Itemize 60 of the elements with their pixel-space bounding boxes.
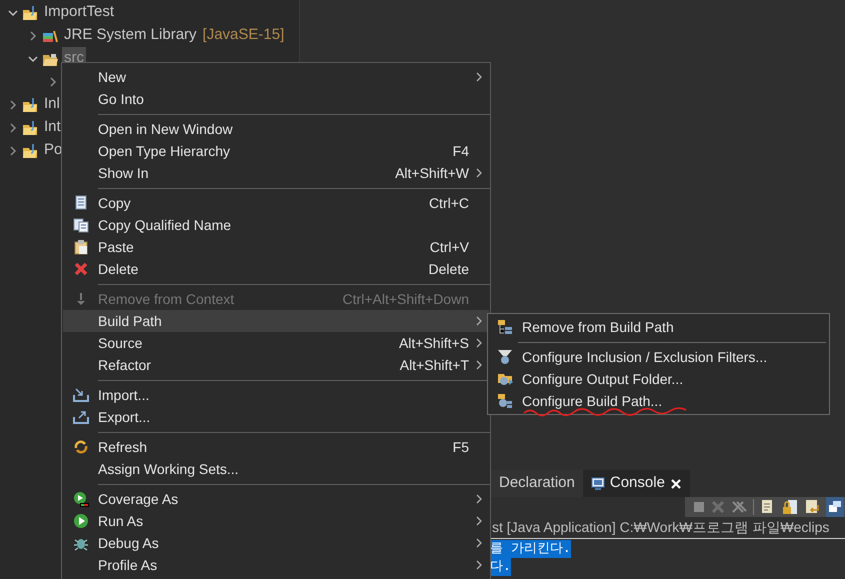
project-folder-icon: [22, 96, 38, 112]
menu-item[interactable]: Paste Ctrl+V: [63, 236, 489, 258]
tree-item-label[interactable]: JRE System Library: [62, 24, 199, 47]
project-folder-icon: [22, 142, 38, 158]
menu-item[interactable]: Delete Delete: [63, 258, 489, 280]
menu-item[interactable]: Remove from Build Path: [488, 316, 829, 338]
menu-item[interactable]: Open Type Hierarchy F4: [63, 140, 489, 162]
menu-item[interactable]: Copy Qualified Name: [63, 214, 489, 236]
menu-item[interactable]: Source Alt+Shift+S: [63, 332, 489, 354]
menu-item[interactable]: Import...: [63, 384, 489, 406]
import-icon: [72, 387, 88, 403]
lock-icon[interactable]: [782, 499, 798, 515]
menu-item[interactable]: Configure Output Folder...: [488, 368, 829, 390]
chevron-down-icon[interactable]: [8, 8, 18, 18]
console-header: st [Java Application] C:₩Work₩프로그램 파일₩eclips: [492, 518, 830, 537]
menu-item[interactable]: Refactor Alt+Shift+T: [63, 354, 489, 376]
menu-item[interactable]: Coverage As: [63, 488, 489, 510]
project-folder-icon: [22, 4, 38, 20]
build-path-icon: [497, 319, 513, 335]
tree-item-label[interactable]: Inl: [42, 93, 62, 116]
coverage-icon: [72, 491, 88, 507]
remove-all-icon[interactable]: [731, 500, 747, 514]
tree-item-label[interactable]: ImportTest: [42, 1, 116, 24]
menu-item[interactable]: Go Into: [63, 88, 489, 110]
menu-item[interactable]: Refresh F5: [63, 436, 489, 458]
menu-item[interactable]: Export...: [63, 406, 489, 428]
window-toggle[interactable]: [826, 497, 844, 517]
menu-item[interactable]: Build Path: [63, 310, 489, 332]
tree-item-label[interactable]: Int: [42, 116, 63, 139]
panel-tab[interactable]: Console: [582, 470, 690, 497]
copy-icon: [72, 195, 88, 211]
export-icon: [72, 409, 88, 425]
menu-item[interactable]: Assign Working Sets...: [63, 458, 489, 480]
stop-icon[interactable]: [693, 501, 705, 513]
windows-icon: [829, 501, 841, 513]
menu-item[interactable]: Profile As: [63, 554, 489, 576]
chevron-down-icon[interactable]: [28, 54, 38, 64]
menu-item[interactable]: Configure Build Path...: [488, 390, 829, 412]
chevron-right-icon[interactable]: [8, 122, 18, 132]
monitor-icon: [590, 476, 605, 490]
menu-item[interactable]: Debug As: [63, 532, 489, 554]
copy-name-icon: [72, 217, 88, 233]
menu-item[interactable]: Configure Inclusion / Exclusion Filters...: [488, 346, 829, 368]
chevron-right-icon[interactable]: [8, 146, 18, 156]
project-folder-icon: [22, 120, 38, 136]
tree-item-label[interactable]: Po: [42, 139, 64, 162]
menu-item[interactable]: Copy Ctrl+C: [63, 192, 489, 214]
close-icon[interactable]: [670, 478, 682, 490]
menu-item[interactable]: Run As: [63, 510, 489, 532]
chevron-right-icon[interactable]: [48, 76, 58, 86]
paste-icon: [72, 239, 88, 255]
menu-item[interactable]: Show In Alt+Shift+W: [63, 162, 489, 184]
panel-tab[interactable]: Declaration: [491, 470, 583, 497]
chevron-right-icon[interactable]: [28, 30, 38, 40]
refresh-icon: [72, 439, 88, 455]
chevron-right-icon[interactable]: [8, 100, 18, 110]
menu-item[interactable]: Open in New Window: [63, 118, 489, 140]
run-icon: [72, 513, 88, 529]
library-version: [JavaSE-15]: [202, 25, 284, 46]
delete-icon: [72, 261, 88, 277]
